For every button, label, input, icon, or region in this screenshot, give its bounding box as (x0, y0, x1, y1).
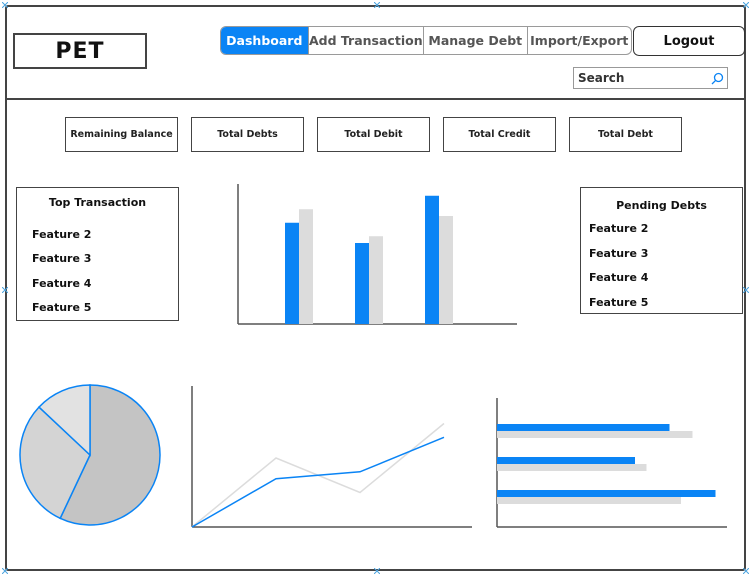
search-box (573, 67, 728, 89)
corner-marker (374, 2, 380, 8)
search-input[interactable] (574, 70, 710, 86)
corner-marker (743, 2, 749, 8)
bar (285, 222, 299, 324)
top-transaction-panel: Top Transaction Feature 2 Feature 3 Feat… (16, 187, 179, 321)
bar (497, 457, 635, 464)
corner-marker (374, 568, 380, 574)
bar (425, 195, 439, 324)
tab-dashboard[interactable]: Dashboard (221, 27, 309, 54)
corner-marker (2, 287, 8, 293)
tab-manage-debt[interactable]: Manage Debt (424, 27, 528, 54)
bar (497, 424, 670, 431)
bar (369, 236, 383, 324)
top-transaction-item[interactable]: Feature 4 (32, 277, 91, 290)
stat-total-debit: Total Debit (317, 117, 430, 152)
pie-chart (19, 384, 161, 526)
series-line (191, 436, 445, 528)
corner-marker (2, 2, 8, 8)
top-transaction-item[interactable]: Feature 3 (32, 252, 91, 265)
bar (497, 490, 716, 497)
pending-debts-panel: Pending Debts Feature 2 Feature 3 Featur… (580, 187, 743, 314)
horizontal-bar-chart (496, 398, 727, 528)
pending-debts-title: Pending Debts (616, 199, 707, 212)
corner-marker (2, 568, 8, 574)
app-logo: PET (13, 33, 147, 69)
bar (497, 464, 647, 471)
pending-debt-item[interactable]: Feature 4 (589, 271, 648, 284)
vertical-bar-chart (237, 184, 517, 325)
nav-tabs: Dashboard Add Transaction Manage Debt Im… (220, 26, 632, 55)
pending-debt-item[interactable]: Feature 5 (589, 296, 648, 309)
top-transaction-item[interactable]: Feature 2 (32, 228, 91, 241)
logout-button[interactable]: Logout (633, 26, 745, 56)
stat-total-debt: Total Debt (569, 117, 682, 152)
top-transaction-item[interactable]: Feature 5 (32, 301, 91, 314)
line-chart (191, 386, 472, 528)
bar (497, 497, 681, 504)
bar (299, 209, 313, 324)
search-icon[interactable] (710, 71, 724, 85)
tab-import-export[interactable]: Import/Export (528, 27, 631, 54)
bar (439, 216, 453, 324)
top-transaction-title: Top Transaction (48, 196, 147, 209)
bar (497, 431, 693, 438)
corner-marker (743, 287, 749, 293)
stat-total-credit: Total Credit (443, 117, 556, 152)
header-divider (6, 98, 746, 100)
bar (355, 243, 369, 324)
tab-add-transaction[interactable]: Add Transaction (309, 27, 425, 54)
pending-debt-item[interactable]: Feature 3 (589, 247, 648, 260)
stat-remaining-balance: Remaining Balance (65, 117, 178, 152)
corner-marker (743, 568, 749, 574)
stat-total-debts: Total Debts (191, 117, 304, 152)
pending-debt-item[interactable]: Feature 2 (589, 222, 648, 235)
